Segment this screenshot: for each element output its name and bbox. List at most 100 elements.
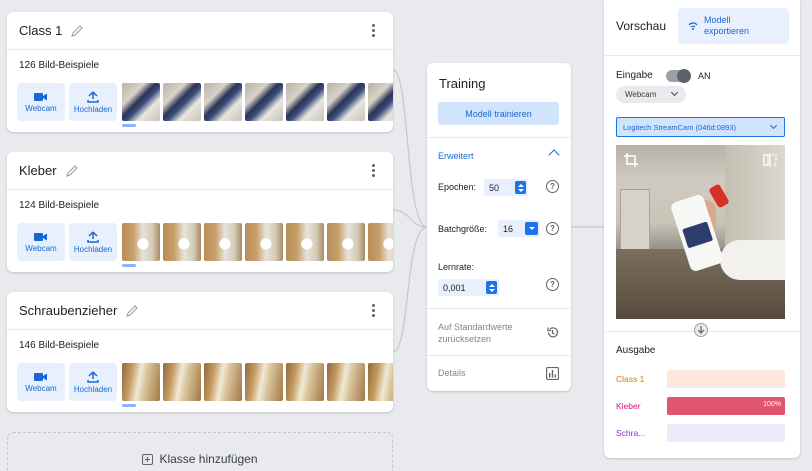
help-icon[interactable]: ? — [546, 278, 559, 291]
webcam-button[interactable]: Webcam — [17, 83, 65, 121]
sample-thumbnail[interactable] — [163, 363, 201, 401]
sample-thumbnail[interactable] — [286, 83, 324, 121]
divider — [427, 137, 571, 138]
history-icon[interactable] — [546, 326, 559, 339]
learning-rate-input[interactable]: 0,001 — [438, 279, 499, 296]
help-icon[interactable]: ? — [546, 180, 559, 193]
class-name[interactable]: Kleber — [19, 163, 57, 178]
sample-thumbnail[interactable] — [286, 363, 324, 401]
learning-rate-stepper[interactable] — [486, 281, 497, 294]
chevron-up-icon[interactable] — [548, 149, 560, 161]
epochs-stepper[interactable] — [515, 181, 526, 194]
learning-rate-label: Lernrate: — [438, 262, 475, 272]
preview-title: Vorschau — [616, 19, 667, 33]
input-toggle[interactable] — [666, 69, 691, 83]
reset-defaults-button[interactable]: Auf Standardwerte zurücksetzen — [438, 321, 538, 345]
output-confidence-bar — [667, 424, 785, 442]
sample-count: 146 Bild-Beispiele — [19, 340, 100, 351]
output-class-name: Kleber — [616, 401, 641, 411]
more-options-icon[interactable] — [365, 303, 381, 319]
upload-button[interactable]: Hochladen — [69, 223, 117, 261]
add-class-label: Klasse hinzufügen — [159, 452, 258, 466]
input-source-value: Webcam — [625, 90, 657, 99]
advanced-toggle-label[interactable]: Erweitert — [438, 151, 474, 161]
sample-thumbnail[interactable] — [327, 363, 365, 401]
sample-thumbnail[interactable] — [245, 363, 283, 401]
class-name[interactable]: Schraubenzieher — [19, 303, 117, 318]
flip-icon[interactable] — [763, 153, 777, 167]
sample-thumbnail[interactable] — [327, 83, 365, 121]
train-model-button[interactable]: Modell trainieren — [438, 102, 559, 125]
upload-label: Hochladen — [73, 384, 113, 394]
divider — [427, 308, 571, 309]
upload-label: Hochladen — [73, 244, 113, 254]
batch-size-select[interactable]: 16 — [498, 220, 540, 237]
class-card-kleber: Kleber 124 Bild-Beispiele Webcam Hochlad… — [7, 152, 393, 272]
sample-thumbnail[interactable] — [163, 223, 201, 261]
sample-thumbnail[interactable] — [122, 363, 160, 401]
add-box-icon — [142, 454, 154, 465]
webcam-button[interactable]: Webcam — [17, 223, 65, 261]
batch-size-value: 16 — [503, 223, 514, 234]
output-class-name: Class 1 — [616, 374, 645, 384]
arrow-down-icon — [694, 323, 708, 337]
sample-thumbnail[interactable] — [368, 83, 393, 121]
details-button[interactable]: Details — [438, 368, 466, 378]
class-header: Schraubenzieher — [7, 292, 393, 330]
learning-rate-value: 0,001 — [443, 282, 466, 293]
class-header: Class 1 — [7, 12, 393, 50]
sample-thumbnail[interactable] — [204, 223, 242, 261]
class-name[interactable]: Class 1 — [19, 23, 62, 38]
class-header: Kleber — [7, 152, 393, 190]
epochs-input[interactable]: 50 — [484, 179, 528, 196]
divider — [604, 55, 800, 56]
chevron-down-icon — [670, 88, 679, 97]
sample-thumbnail[interactable] — [245, 223, 283, 261]
upload-button[interactable]: Hochladen — [69, 83, 117, 121]
crop-icon[interactable] — [624, 153, 638, 167]
edit-pencil-icon[interactable] — [70, 24, 84, 38]
help-icon[interactable]: ? — [546, 222, 559, 235]
webcam-preview — [616, 145, 785, 319]
sample-thumbnail[interactable] — [122, 83, 160, 121]
sample-count: 126 Bild-Beispiele — [19, 60, 100, 71]
more-options-icon[interactable] — [365, 163, 381, 179]
sample-thumbnail[interactable] — [122, 223, 160, 261]
output-confidence-bar: 100% — [667, 397, 785, 415]
camera-select-value: Logitech StreamCam (046d:0893) — [623, 122, 736, 132]
upload-icon — [87, 370, 99, 383]
epochs-label: Epochen: — [438, 182, 477, 192]
sample-thumbnail[interactable] — [245, 83, 283, 121]
more-options-icon[interactable] — [365, 23, 381, 39]
sample-thumbnail[interactable] — [368, 363, 393, 401]
training-title: Training — [439, 76, 486, 91]
input-source-select[interactable]: Webcam — [616, 86, 686, 103]
input-label: Eingabe — [616, 70, 653, 81]
output-confidence-bar — [667, 370, 785, 388]
sample-thumbnail[interactable] — [327, 223, 365, 261]
webcam-icon — [34, 92, 47, 101]
upload-icon — [87, 230, 99, 243]
export-model-button[interactable]: Modell exportieren — [678, 8, 789, 44]
edit-pencil-icon[interactable] — [65, 164, 79, 178]
export-label: Modell exportieren — [704, 15, 750, 36]
sample-thumbnail[interactable] — [163, 83, 201, 121]
bar-chart-icon[interactable] — [546, 367, 559, 380]
dropdown-arrow-icon[interactable] — [525, 222, 538, 235]
output-class-name: Schra... — [616, 428, 646, 438]
batch-size-label: Batchgröße: — [438, 224, 488, 234]
sample-thumbnail[interactable] — [286, 223, 324, 261]
thumbnail-scrollbar[interactable] — [122, 404, 136, 407]
upload-button[interactable]: Hochladen — [69, 363, 117, 401]
webcam-button[interactable]: Webcam — [17, 363, 65, 401]
upload-label: Hochladen — [73, 104, 113, 114]
camera-select[interactable]: Logitech StreamCam (046d:0893) — [616, 117, 785, 137]
sample-thumbnail[interactable] — [368, 223, 393, 261]
thumbnail-scrollbar[interactable] — [122, 264, 136, 267]
add-class-button[interactable]: Klasse hinzufügen — [7, 432, 393, 471]
sample-thumbnail[interactable] — [204, 363, 242, 401]
class-card-class-1: Class 1 126 Bild-Beispiele Webcam Hochla… — [7, 12, 393, 132]
edit-pencil-icon[interactable] — [125, 304, 139, 318]
sample-thumbnail[interactable] — [204, 83, 242, 121]
thumbnail-scrollbar[interactable] — [122, 124, 136, 127]
